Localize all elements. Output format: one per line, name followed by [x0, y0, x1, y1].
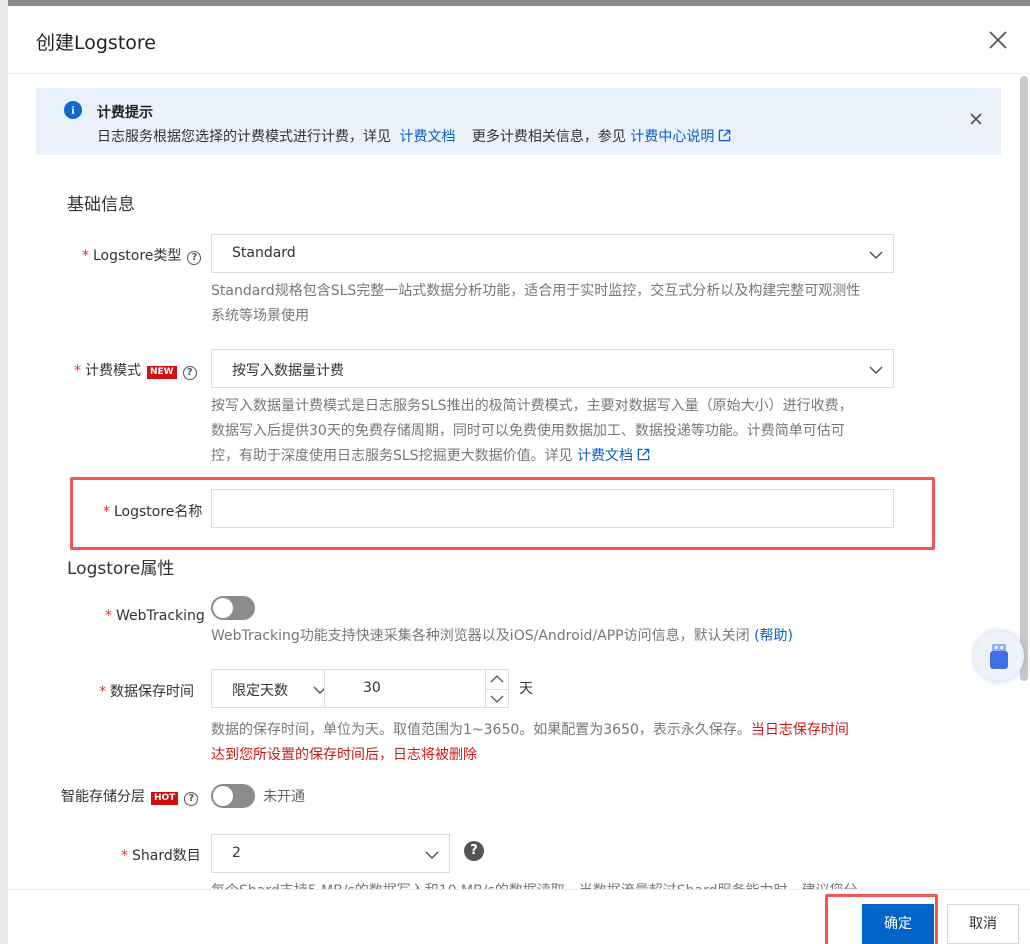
billing-mode-value: 按写入数据量计费: [232, 363, 344, 379]
logstore-props-title: Logstore属性: [67, 559, 175, 579]
decrement-button[interactable]: [485, 689, 507, 708]
new-badge: NEW: [147, 366, 177, 379]
help-icon[interactable]: ?: [187, 251, 202, 265]
logstore-type-hint: Standard规格包含SLS完整一站式数据分析功能，适合用于实时监控，交互式分…: [211, 279, 860, 329]
required-mark: *: [103, 504, 110, 520]
cancel-button[interactable]: 取消: [947, 904, 1019, 944]
increment-button[interactable]: [485, 670, 507, 689]
shard-help-icon[interactable]: ?: [464, 841, 484, 861]
webtracking-hint: WebTracking功能支持快速采集各种浏览器以及iOS/Android/AP…: [211, 624, 793, 649]
shard-label: * Shard数目: [121, 845, 201, 865]
retention-label: * 数据保存时间: [99, 681, 194, 701]
hint-line: 控，有助于深度使用日志服务SLS挖掘更大数据价值。详见 计费文档: [211, 444, 853, 469]
shard-count-select[interactable]: 2: [211, 834, 450, 873]
external-link-icon: [719, 129, 731, 142]
logstore-type-value: Standard: [232, 245, 296, 261]
retention-label-text: 数据保存时间: [110, 684, 194, 700]
tiering-toggle[interactable]: [211, 784, 255, 808]
hint-text: 数据的保存时间，单位为天。取值范围为1~3650。如果配置为3650，表示永久保…: [211, 722, 751, 738]
required-mark: *: [99, 684, 106, 700]
shard-label-text: Shard数目: [132, 848, 201, 864]
retention-warning: 达到您所设置的保存时间后，日志将被删除: [211, 747, 477, 763]
dialog-title: 创建Logstore: [36, 32, 156, 54]
help-icon[interactable]: ?: [182, 366, 197, 380]
shard-hint: 每个Shard支持5 MB/s的数据写入和10 MB/s的数据读取，当数据流量超…: [211, 879, 857, 889]
retention-days-input[interactable]: 30: [324, 669, 509, 708]
logstore-name-label-text: Logstore名称: [114, 504, 203, 520]
billing-center-link[interactable]: 计费中心说明: [630, 129, 731, 145]
logstore-type-select[interactable]: Standard: [211, 234, 894, 273]
basic-info-title: 基础信息: [67, 195, 135, 215]
notice-text-middle: 更多计费相关信息，参见: [471, 129, 626, 145]
billing-mode-hint: 按写入数据量计费模式是日志服务SLS推出的极简计费模式，主要对数据写入量（原始大…: [211, 394, 853, 469]
help-icon[interactable]: ?: [184, 792, 199, 806]
retention-unit: 天: [519, 681, 533, 697]
hint-line: 数据的保存时间，单位为天。取值范围为1~3650。如果配置为3650，表示永久保…: [211, 718, 849, 743]
retention-days-value: 30: [363, 680, 381, 696]
required-mark: *: [105, 608, 112, 624]
toggle-knob: [213, 786, 233, 806]
required-mark: *: [74, 363, 81, 379]
required-mark: *: [121, 848, 128, 864]
tiering-label: 智能存储分层 HOT?: [61, 786, 199, 806]
hint-line: 数据写入后提供30天的免费存储周期，同时可以免费使用数据加工、数据投递等功能。计…: [211, 423, 845, 439]
toggle-knob: [213, 598, 233, 618]
hint-line: Standard规格包含SLS完整一站式数据分析功能，适合用于实时监控，交互式分…: [211, 283, 861, 299]
dialog-header: 创建Logstore: [8, 6, 1030, 74]
retention-mode-value: 限定天数: [232, 683, 288, 699]
notice-text-prefix: 日志服务根据您选择的计费模式进行计费，详见: [97, 129, 391, 145]
chevron-down-icon: [869, 366, 883, 375]
hot-badge: HOT: [151, 792, 179, 805]
info-icon: i: [64, 101, 82, 119]
dialog-footer: 确定 取消: [8, 889, 1030, 944]
billing-mode-label: * 计费模式 NEW?: [74, 360, 197, 380]
retention-hint: 数据的保存时间，单位为天。取值范围为1~3650。如果配置为3650，表示永久保…: [211, 718, 849, 768]
billing-center-link-label: 计费中心说明: [630, 129, 715, 145]
webtracking-label: * WebTracking: [105, 608, 205, 624]
webtracking-help-link[interactable]: (帮助): [754, 628, 793, 644]
chevron-down-icon: [869, 251, 883, 260]
hint-text: WebTracking功能支持快速采集各种浏览器以及iOS/Android/AP…: [211, 628, 750, 644]
dialog-body: i 计费提示 日志服务根据您选择的计费模式进行计费，详见 计费文档 更多计费相关…: [8, 74, 1030, 889]
hint-text: 控，有助于深度使用日志服务SLS挖掘更大数据价值。详见: [211, 448, 573, 464]
billing-mode-docs-link[interactable]: 计费文档: [577, 448, 650, 464]
chevron-down-icon: [425, 851, 439, 860]
background-page: [0, 0, 8, 944]
create-logstore-dialog: 创建Logstore i 计费提示 日志服务根据您选择的计费模式进行计费，详见 …: [8, 6, 1030, 944]
logstore-type-label-text: Logstore类型: [93, 248, 182, 264]
chevron-up-icon: [490, 675, 504, 683]
tiering-label-text: 智能存储分层: [61, 789, 145, 805]
close-icon[interactable]: [986, 28, 1010, 52]
chevron-down-icon: [490, 695, 504, 703]
shard-count-value: 2: [232, 845, 241, 861]
required-mark: *: [82, 248, 89, 264]
usb-drive-icon: [990, 644, 1008, 669]
floating-assistant-button[interactable]: [974, 631, 1024, 681]
confirm-button[interactable]: 确定: [862, 904, 934, 944]
retention-mode-select[interactable]: 限定天数: [211, 669, 338, 708]
external-link-icon: [637, 448, 650, 461]
billing-mode-label-text: 计费模式: [85, 363, 141, 379]
billing-notice: i 计费提示 日志服务根据您选择的计费模式进行计费，详见 计费文档 更多计费相关…: [36, 88, 1001, 155]
logstore-name-label: * Logstore名称: [103, 501, 202, 521]
logstore-name-input[interactable]: [211, 489, 894, 528]
webtracking-toggle[interactable]: [211, 596, 255, 620]
notice-text: 日志服务根据您选择的计费模式进行计费，详见 计费文档 更多计费相关信息，参见 计…: [97, 126, 731, 146]
notice-close-icon[interactable]: [968, 111, 984, 127]
notice-title: 计费提示: [97, 105, 153, 121]
billing-mode-select[interactable]: 按写入数据量计费: [211, 349, 894, 388]
tiering-status: 未开通: [263, 789, 305, 805]
hint-line: 系统等场景使用: [211, 308, 309, 324]
scrollbar[interactable]: [1020, 76, 1028, 681]
retention-warning: 当日志保存时间: [750, 722, 849, 738]
billing-docs-link[interactable]: 计费文档: [399, 129, 455, 145]
webtracking-label-text: WebTracking: [116, 608, 205, 624]
billing-mode-docs-link-label: 计费文档: [577, 448, 634, 464]
logstore-type-label: * Logstore类型?: [82, 245, 202, 265]
hint-line: 按写入数据量计费模式是日志服务SLS推出的极简计费模式，主要对数据写入量（原始大…: [211, 398, 853, 414]
